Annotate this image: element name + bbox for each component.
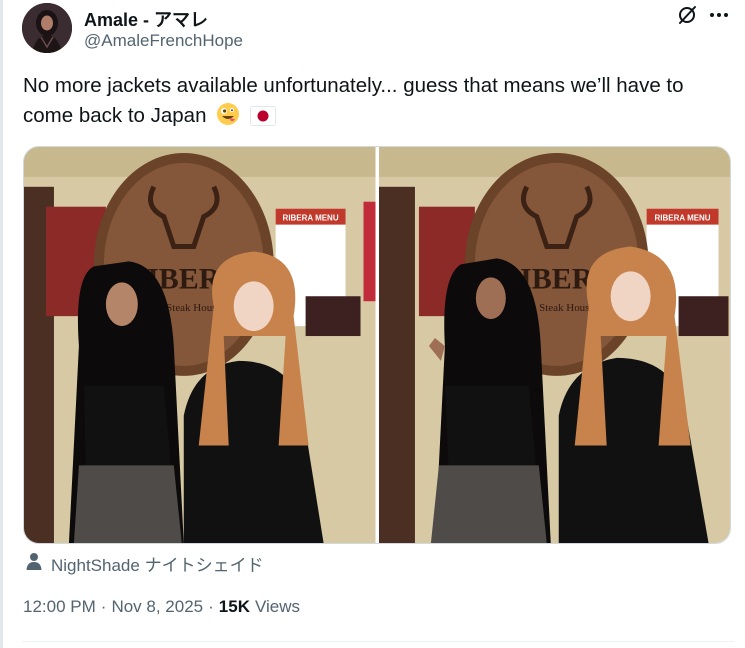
photo-2[interactable]: RIBERA MENU RIBERA Steak House (378, 147, 730, 543)
tweet-time[interactable]: 12:00 PM (23, 597, 96, 617)
views-label: Views (254, 597, 301, 616)
menu-title: RIBERA MENU (283, 214, 339, 223)
tagged-user-name: NightShade ナイトシェイド (51, 556, 264, 575)
grok-icon[interactable] (676, 4, 698, 26)
meta-separator: · (100, 597, 107, 616)
tweet-date[interactable]: Nov 8, 2025 (111, 597, 203, 617)
media-gallery: RIBERA MENU RIBERA Steak House RIBERA ME… (23, 146, 731, 544)
meta-separator: · (208, 597, 214, 616)
zany-face-emoji (216, 102, 240, 135)
tagged-user[interactable]: NightShade ナイトシェイド (25, 551, 264, 576)
divider (22, 641, 734, 642)
menu-title: RIBERA MENU (654, 214, 710, 223)
sign-subtext: Steak House (539, 302, 594, 314)
tweet-text: No more jackets available unfortunately.… (23, 71, 733, 135)
author-display-name[interactable]: Amale - アマレ (84, 6, 208, 32)
author-handle[interactable]: @AmaleFrenchHope (84, 31, 243, 51)
thread-line (0, 0, 3, 648)
avatar[interactable] (22, 3, 72, 53)
person-icon (25, 552, 43, 575)
more-options-icon[interactable] (708, 4, 730, 26)
tweet-body: No more jackets available unfortunately.… (23, 74, 684, 127)
japan-flag-emoji (249, 105, 276, 135)
tweet-meta: 12:00 PM · Nov 8, 2025 · 15K Views (23, 597, 300, 617)
views-count: 15K (218, 597, 250, 616)
photo-1[interactable]: RIBERA MENU RIBERA Steak House (24, 147, 376, 543)
